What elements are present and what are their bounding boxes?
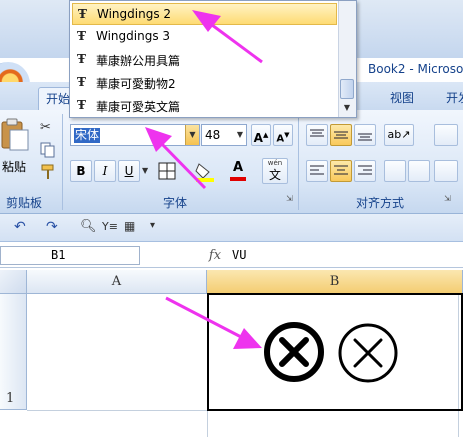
truetype-icon: Ŧ bbox=[78, 7, 87, 21]
font-color-icon: A bbox=[232, 160, 244, 175]
merge-center-button[interactable] bbox=[434, 160, 458, 182]
font-size-combobox[interactable]: 48 ▼ bbox=[201, 124, 247, 146]
tab-view[interactable]: 视图 bbox=[382, 87, 422, 109]
quick-access-toolbar: ↶ ↷ 🔍︎ Y≡ ▦ ▾ bbox=[0, 214, 463, 242]
phonetic-guide-button[interactable]: wén 文 bbox=[262, 158, 288, 184]
truetype-icon: Ŧ bbox=[77, 29, 86, 43]
italic-button[interactable]: I bbox=[94, 160, 116, 182]
circled-x-icon bbox=[264, 322, 324, 382]
select-all-corner[interactable] bbox=[0, 270, 27, 294]
align-middle-icon bbox=[334, 131, 348, 139]
align-right-icon bbox=[358, 165, 372, 175]
group-separator bbox=[62, 114, 63, 210]
font-item-label: 華康可愛動物2 bbox=[96, 77, 176, 91]
print-preview-icon[interactable]: 🔍︎ bbox=[80, 219, 97, 234]
copy-icon[interactable] bbox=[40, 142, 56, 158]
column-header-a[interactable]: A bbox=[27, 270, 207, 294]
scrollbar-thumb[interactable] bbox=[340, 79, 354, 99]
paste-button[interactable]: 粘贴 bbox=[0, 114, 34, 186]
align-bottom-icon bbox=[358, 133, 372, 141]
align-right-button[interactable] bbox=[354, 160, 376, 182]
increase-indent-button[interactable] bbox=[408, 160, 430, 182]
dialog-launcher-icon[interactable]: ⇲ bbox=[286, 194, 293, 203]
cut-icon[interactable]: ✂ bbox=[40, 120, 51, 135]
scroll-down-icon[interactable]: ▼ bbox=[340, 101, 354, 115]
phonetic-top: wén bbox=[267, 159, 283, 167]
align-top-icon bbox=[310, 129, 324, 137]
clipboard-group-label: 剪贴板 bbox=[5, 196, 42, 210]
font-item-wingdings-3[interactable]: Ŧ Wingdings 3 bbox=[72, 26, 337, 48]
decrease-indent-button[interactable] bbox=[384, 160, 406, 182]
column-header-b[interactable]: B bbox=[207, 270, 463, 294]
ribbon: 粘贴 ✂ 剪贴板 宋体 ▼ 48 ▼ A▲ A▼ B I U ▼ A wén 文… bbox=[0, 110, 463, 214]
font-color-button[interactable]: A bbox=[228, 160, 248, 182]
sort-icon[interactable]: Y≡ bbox=[102, 220, 118, 233]
font-item-cute-animals[interactable]: Ŧ 華康可愛動物2 bbox=[72, 72, 337, 94]
chevron-down-icon[interactable]: ▼ bbox=[185, 125, 199, 145]
chevron-down-icon[interactable]: ▼ bbox=[142, 166, 148, 175]
align-left-icon bbox=[310, 165, 324, 175]
undo-icon[interactable]: ↶ bbox=[14, 219, 26, 235]
font-item-cute-english[interactable]: Ŧ 華康可愛英文篇 bbox=[72, 95, 337, 117]
font-item-label: 華康辦公用具篇 bbox=[96, 54, 181, 68]
document-title: Book2 - Microso bbox=[368, 62, 463, 76]
font-item-label: 華康可愛英文篇 bbox=[96, 100, 181, 114]
alignment-group-label: 对齐方式 bbox=[355, 196, 404, 210]
wrap-text-button[interactable] bbox=[434, 124, 458, 146]
paste-icon bbox=[1, 118, 29, 151]
chevron-down-icon[interactable]: ▼ bbox=[234, 125, 246, 145]
font-item-wingdings-2[interactable]: Ŧ Wingdings 2 bbox=[72, 3, 337, 25]
row-header-label: 1 bbox=[6, 391, 15, 406]
phonetic-label: 文 bbox=[268, 168, 281, 182]
form-icon[interactable]: ▦ bbox=[124, 219, 135, 233]
grow-font-button[interactable]: A▲ bbox=[251, 124, 271, 146]
align-center-icon bbox=[334, 165, 348, 175]
font-group-label: 字体 bbox=[162, 196, 187, 210]
align-center-button[interactable] bbox=[330, 160, 352, 182]
bold-button[interactable]: B bbox=[70, 160, 92, 182]
shrink-font-button[interactable]: A▼ bbox=[273, 124, 293, 146]
underline-button[interactable]: U bbox=[118, 160, 140, 182]
dialog-launcher-icon[interactable]: ⇲ bbox=[444, 194, 451, 203]
row-header-1[interactable]: 1 bbox=[0, 294, 27, 410]
dropdown-scrollbar[interactable] bbox=[338, 1, 356, 117]
circled-x-icon bbox=[338, 323, 398, 383]
font-dropdown-list[interactable]: Ŧ Wingdings 2 Ŧ Wingdings 3 Ŧ 華康辦公用具篇 Ŧ … bbox=[69, 0, 357, 118]
customize-icon[interactable]: ▾ bbox=[150, 220, 155, 231]
cell-b1-selected[interactable] bbox=[207, 293, 463, 411]
name-box[interactable]: B1 bbox=[0, 246, 140, 265]
tab-developer[interactable]: 开发 bbox=[438, 87, 463, 109]
font-item-label: Wingdings 3 bbox=[96, 29, 171, 43]
fill-color-icon[interactable] bbox=[194, 160, 218, 182]
truetype-icon: Ŧ bbox=[77, 98, 86, 112]
align-left-button[interactable] bbox=[306, 160, 328, 182]
font-item-office-supplies[interactable]: Ŧ 華康辦公用具篇 bbox=[72, 49, 337, 71]
font-name-combobox[interactable]: 宋体 ▼ bbox=[70, 124, 200, 146]
align-top-button[interactable] bbox=[306, 124, 328, 146]
paste-label: 粘贴 bbox=[2, 160, 27, 174]
align-bottom-button[interactable] bbox=[354, 124, 376, 146]
orientation-button[interactable]: ab↗ bbox=[384, 124, 414, 146]
redo-icon[interactable]: ↷ bbox=[46, 219, 58, 235]
format-painter-icon[interactable] bbox=[40, 164, 56, 180]
border-icon[interactable] bbox=[156, 160, 178, 182]
font-item-label: Wingdings 2 bbox=[97, 7, 172, 21]
font-name-value: 宋体 bbox=[74, 128, 101, 143]
truetype-icon: Ŧ bbox=[77, 75, 86, 89]
font-size-value: 48 bbox=[205, 128, 221, 142]
truetype-icon: Ŧ bbox=[77, 52, 86, 66]
align-middle-button[interactable] bbox=[330, 124, 352, 146]
fx-icon[interactable]: fx bbox=[204, 246, 226, 265]
formula-input[interactable]: VU bbox=[232, 246, 432, 265]
group-separator bbox=[298, 114, 299, 210]
